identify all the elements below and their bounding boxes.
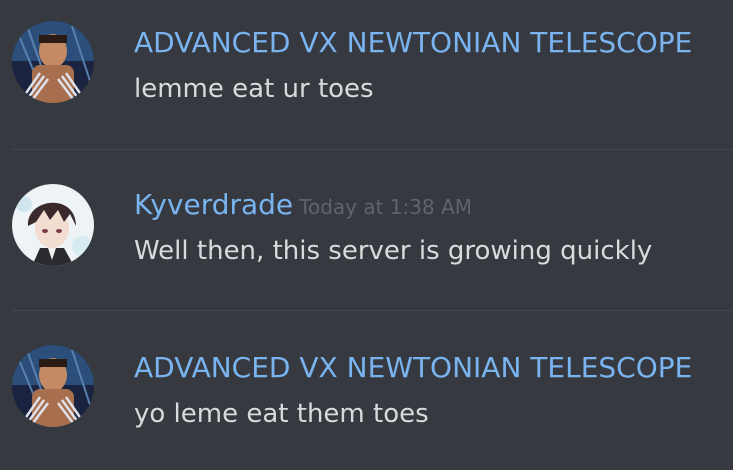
- chat-message: ADVANCED VX NEWTONIAN TELESCOPE yo leme …: [0, 325, 733, 465]
- message-timestamp: Today at 1:38 AM: [299, 195, 473, 219]
- chat-message-list: ADVANCED VX NEWTONIAN TELESCOPE lemme ea…: [0, 0, 733, 470]
- wolverine-avatar-icon[interactable]: [12, 21, 94, 103]
- message-author[interactable]: Kyverdrade: [134, 188, 293, 221]
- message-text: Well then, this server is growing quickl…: [134, 236, 653, 266]
- message-header: ADVANCED VX NEWTONIAN TELESCOPE: [134, 26, 698, 60]
- message-header: ADVANCED VX NEWTONIAN TELESCOPE: [134, 351, 698, 385]
- chat-message: ADVANCED VX NEWTONIAN TELESCOPE lemme ea…: [0, 0, 733, 140]
- message-text: yo leme eat them toes: [134, 399, 429, 429]
- message-author[interactable]: ADVANCED VX NEWTONIAN TELESCOPE: [134, 351, 692, 384]
- message-header: Kyverdrade Today at 1:38 AM: [134, 188, 472, 222]
- message-divider: [12, 310, 733, 311]
- anime-character-avatar-icon[interactable]: [12, 184, 94, 266]
- wolverine-avatar-icon[interactable]: [12, 345, 94, 427]
- message-author[interactable]: ADVANCED VX NEWTONIAN TELESCOPE: [134, 26, 692, 59]
- message-divider: [12, 149, 733, 150]
- message-text: lemme eat ur toes: [134, 74, 374, 104]
- chat-message: Kyverdrade Today at 1:38 AM Well then, th…: [0, 162, 733, 302]
